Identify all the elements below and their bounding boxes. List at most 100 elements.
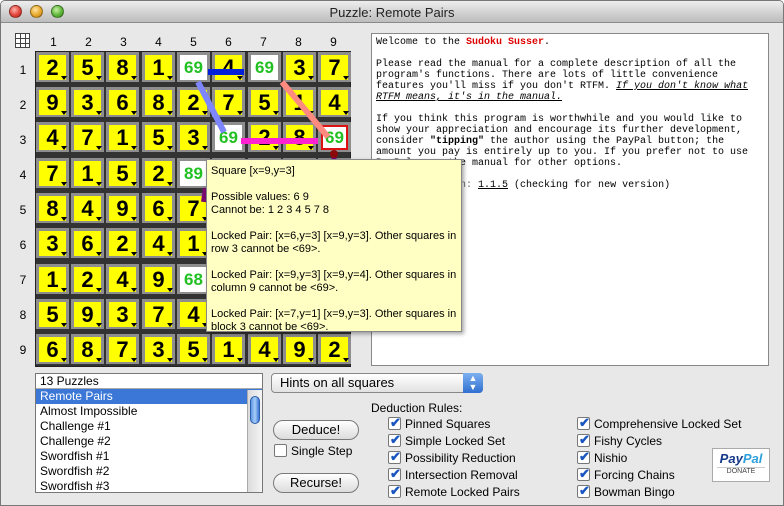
single-step-checkbox[interactable]: Single Step <box>274 444 352 459</box>
puzzle-list[interactable]: 13 Puzzles Remote Pairs Almost Impossible… <box>35 373 263 493</box>
sudoku-cell[interactable]: 2 <box>71 264 104 294</box>
sudoku-cell[interactable]: 2 <box>106 228 139 258</box>
sudoku-cell[interactable]: 3 <box>177 122 210 152</box>
sudoku-cell[interactable]: 5 <box>177 334 210 364</box>
sudoku-cell[interactable]: 2 <box>177 87 210 117</box>
sudoku-cell[interactable]: 1 <box>142 52 175 82</box>
sudoku-cell[interactable]: 4 <box>71 193 104 223</box>
sudoku-cell[interactable]: 69 <box>177 52 210 82</box>
checkbox-icon[interactable] <box>577 466 590 481</box>
sudoku-cell[interactable]: 8 <box>142 87 175 117</box>
sudoku-cell[interactable]: 8 <box>36 193 69 223</box>
sudoku-cell[interactable]: 1 <box>212 334 245 364</box>
puzzle-list-item[interactable]: Swordfish #3 <box>36 479 262 492</box>
deduce-button[interactable]: Deduce! <box>273 420 359 440</box>
sudoku-cell[interactable]: 8 <box>106 52 139 82</box>
puzzle-list-item[interactable]: Swordfish #2 <box>36 464 262 479</box>
sudoku-cell[interactable]: 7 <box>212 87 245 117</box>
sudoku-cell[interactable]: 4 <box>212 52 245 82</box>
puzzle-list-item[interactable]: Swordfish #1 <box>36 449 262 464</box>
candidate-values: 69 <box>251 55 278 80</box>
sudoku-cell[interactable]: 4 <box>106 264 139 294</box>
sudoku-cell[interactable]: 9 <box>106 193 139 223</box>
sudoku-cell[interactable]: 9 <box>142 264 175 294</box>
puzzle-list-item[interactable]: Remote Pairs <box>36 389 262 404</box>
title-bar: Puzzle: Remote Pairs <box>1 1 783 23</box>
sudoku-cell[interactable]: 6 <box>36 334 69 364</box>
rule-checkbox[interactable]: Nishio <box>577 449 627 466</box>
checkbox-icon[interactable] <box>577 432 590 447</box>
sudoku-cell[interactable]: 69 <box>248 52 281 82</box>
sudoku-cell[interactable]: 3 <box>36 228 69 258</box>
list-scrollbar[interactable] <box>247 390 262 492</box>
checkbox-icon[interactable] <box>274 444 287 457</box>
sudoku-cell[interactable]: 2 <box>36 52 69 82</box>
sudoku-cell[interactable]: 5 <box>71 52 104 82</box>
paypal-donate-button[interactable]: PayPal DONATE <box>712 448 770 482</box>
checkbox-icon[interactable] <box>388 449 401 464</box>
recurse-button[interactable]: Recurse! <box>273 473 359 493</box>
sudoku-cell[interactable]: 4 <box>36 122 69 152</box>
sudoku-cell[interactable]: 6 <box>142 193 175 223</box>
sudoku-cell[interactable]: 69 <box>212 122 245 152</box>
checkbox-icon[interactable] <box>388 483 401 498</box>
sudoku-cell[interactable]: 9 <box>71 299 104 329</box>
rule-label: Simple Locked Set <box>405 434 506 448</box>
rule-checkbox[interactable]: Pinned Squares <box>388 415 490 432</box>
sudoku-cell[interactable]: 7 <box>36 158 69 188</box>
sudoku-cell[interactable]: 9 <box>36 87 69 117</box>
sudoku-cell[interactable]: 1 <box>71 158 104 188</box>
sudoku-cell[interactable]: 8 <box>71 334 104 364</box>
version-link[interactable]: 1.1.5 <box>478 180 508 191</box>
sudoku-cell[interactable]: 7 <box>142 299 175 329</box>
rule-checkbox[interactable]: Possibility Reduction <box>388 449 516 466</box>
sudoku-cell[interactable]: 5 <box>106 158 139 188</box>
sudoku-cell[interactable]: 2 <box>142 158 175 188</box>
sudoku-cell[interactable]: 9 <box>283 334 316 364</box>
checkbox-icon[interactable] <box>388 466 401 481</box>
rule-checkbox[interactable]: Fishy Cycles <box>577 432 662 449</box>
sudoku-cell[interactable]: 3 <box>106 299 139 329</box>
sudoku-cell[interactable]: 7 <box>318 52 351 82</box>
puzzle-list-item[interactable]: Almost Impossible <box>36 404 262 419</box>
sudoku-cell[interactable]: 3 <box>142 334 175 364</box>
dropdown-triangle-icon <box>96 182 102 186</box>
checkbox-icon[interactable] <box>577 415 590 430</box>
tooltip-possible: Possible values: 6 9 <box>211 191 309 203</box>
sudoku-cell[interactable]: 6 <box>106 87 139 117</box>
sudoku-cell[interactable]: 5 <box>36 299 69 329</box>
rule-checkbox[interactable]: Remote Locked Pairs <box>388 483 520 500</box>
sudoku-cell[interactable]: 1 <box>283 87 316 117</box>
sudoku-cell[interactable]: 3 <box>283 52 316 82</box>
sudoku-cell[interactable]: 7 <box>106 334 139 364</box>
rule-checkbox[interactable]: Intersection Removal <box>388 466 518 483</box>
rule-checkbox[interactable]: Bowman Bingo <box>577 483 675 500</box>
sudoku-cell[interactable]: 2 <box>248 122 281 152</box>
checkbox-icon[interactable] <box>577 483 590 498</box>
puzzle-list-item[interactable]: Challenge #2 <box>36 434 262 449</box>
checkbox-icon[interactable] <box>388 415 401 430</box>
grid-icon[interactable] <box>15 33 30 48</box>
scroll-thumb[interactable] <box>250 396 260 424</box>
rule-checkbox[interactable]: Forcing Chains <box>577 466 675 483</box>
puzzle-list-item[interactable]: Challenge #1 <box>36 419 262 434</box>
sudoku-cell[interactable]: 5 <box>142 122 175 152</box>
rule-checkbox[interactable]: Simple Locked Set <box>388 432 506 449</box>
hints-select[interactable]: Hints on all squares ▲ ▼ <box>271 373 483 393</box>
sudoku-cell[interactable]: 1 <box>106 122 139 152</box>
row-label: 7 <box>19 273 27 287</box>
checkbox-icon[interactable] <box>388 432 401 447</box>
sudoku-cell[interactable]: 8 <box>283 122 316 152</box>
sudoku-cell[interactable]: 2 <box>318 334 351 364</box>
sudoku-cell[interactable]: 4 <box>318 87 351 117</box>
checkbox-icon[interactable] <box>577 449 590 464</box>
sudoku-cell[interactable]: 4 <box>248 334 281 364</box>
sudoku-cell[interactable]: 69 <box>318 122 351 152</box>
rule-checkbox[interactable]: Comprehensive Locked Set <box>577 415 741 432</box>
sudoku-cell[interactable]: 7 <box>71 122 104 152</box>
sudoku-cell[interactable]: 4 <box>142 228 175 258</box>
sudoku-cell[interactable]: 1 <box>36 264 69 294</box>
sudoku-cell[interactable]: 6 <box>71 228 104 258</box>
sudoku-cell[interactable]: 5 <box>248 87 281 117</box>
sudoku-cell[interactable]: 3 <box>71 87 104 117</box>
